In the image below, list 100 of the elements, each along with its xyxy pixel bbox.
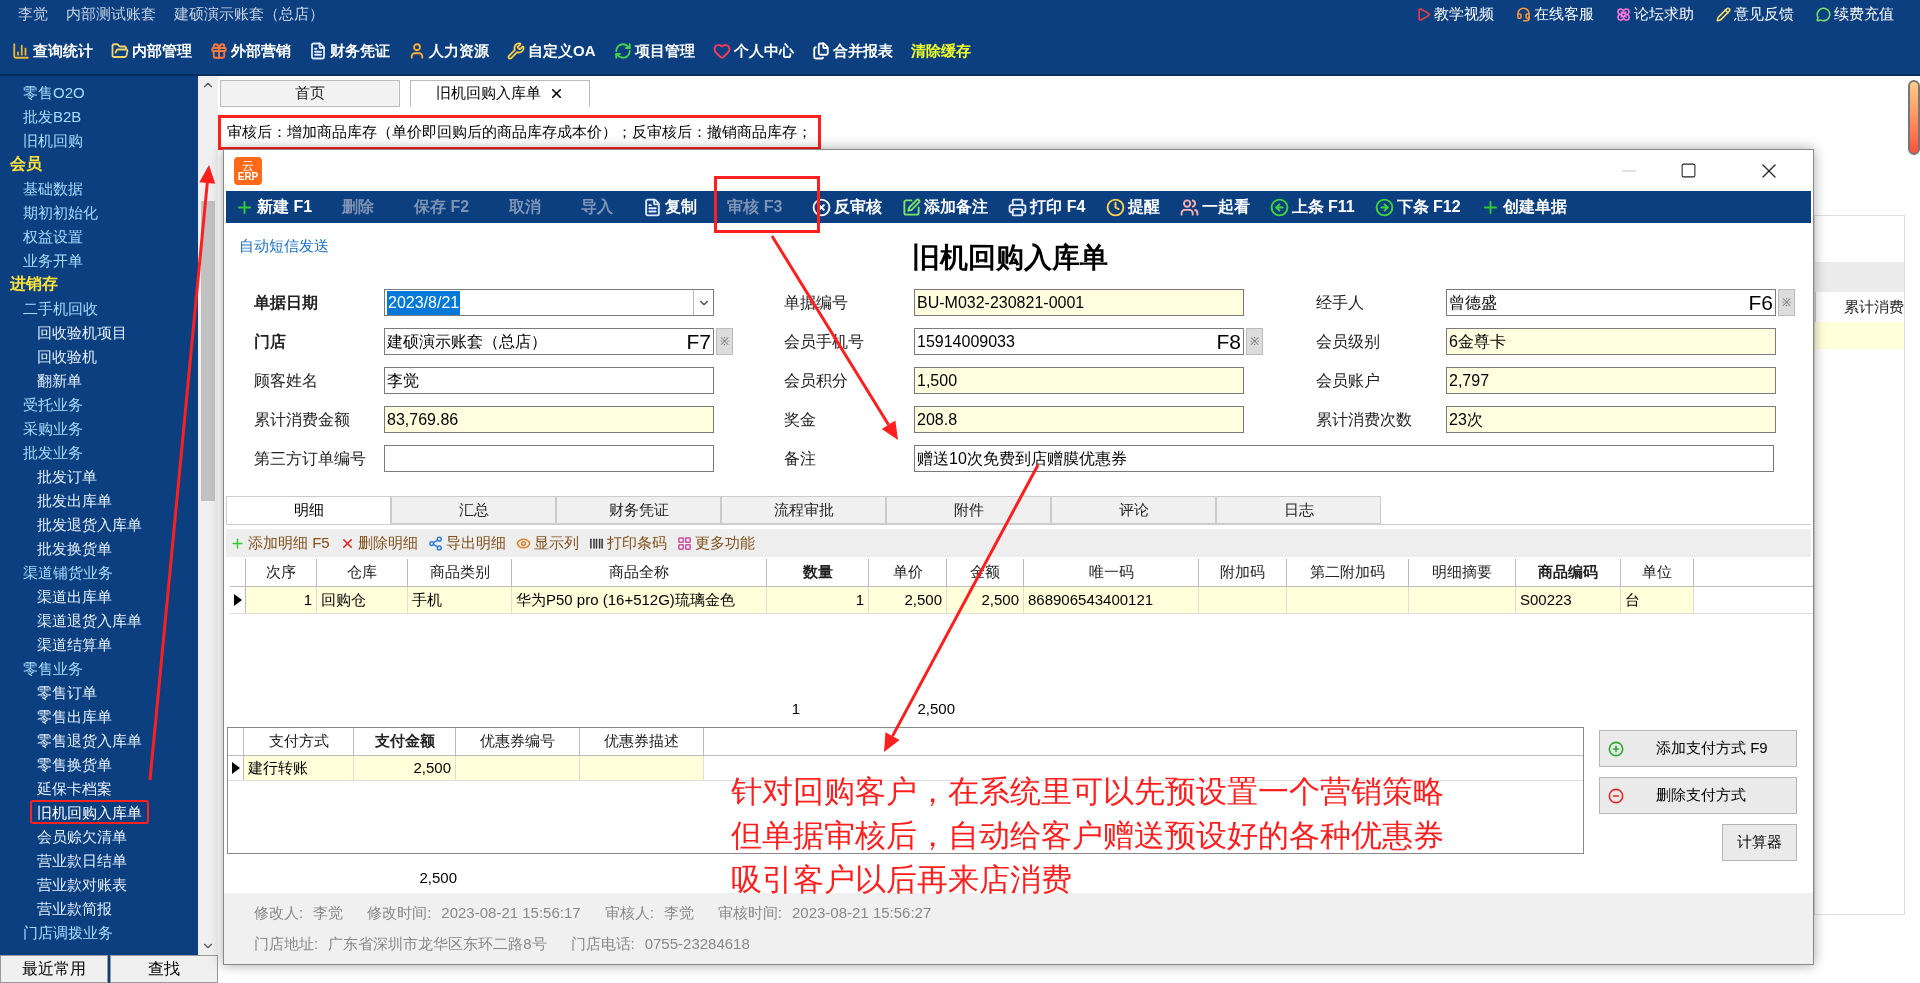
sms-link[interactable]: 自动短信发送 (239, 235, 329, 258)
tab[interactable]: 附件 (886, 496, 1051, 524)
sidebar-item[interactable]: 渠道出库单 (30, 584, 119, 608)
tab[interactable]: 评论 (1051, 496, 1216, 524)
column-header[interactable]: 明细摘要 (1409, 559, 1516, 586)
input-field[interactable]: 赠送10次免费到店赠膜优惠券 (914, 445, 1774, 472)
sidebar-item[interactable]: 延保卡档案 (30, 776, 119, 800)
scrollbar[interactable] (1908, 80, 1920, 155)
maximize-icon[interactable] (1680, 162, 1697, 179)
column-header[interactable]: 商品全称 (512, 559, 767, 586)
column-header[interactable]: 优惠券编号 (456, 728, 580, 755)
sidebar-item[interactable]: 营业款简报 (30, 896, 119, 920)
input-field[interactable]: 15914009033 F8 (914, 328, 1244, 355)
tab[interactable]: 明细 (226, 496, 391, 524)
header-link[interactable]: 在线客服 (1516, 2, 1594, 26)
input-field[interactable]: 208.8 (914, 406, 1244, 433)
sidebar-button[interactable]: 查找 (110, 955, 218, 983)
sidebar-item[interactable]: 渠道铺货业务 (16, 560, 120, 584)
sidebar-item[interactable]: 批发出库单 (30, 488, 119, 512)
sidebar-item[interactable]: 零售出库单 (30, 704, 119, 728)
sidebar-section[interactable]: 进销存 (0, 272, 198, 296)
menu-item[interactable]: 内部管理 (111, 39, 192, 63)
scrollbar[interactable] (198, 76, 218, 955)
sidebar-item[interactable]: 旧机回购 (16, 128, 90, 152)
sidebar-item[interactable]: 零售业务 (16, 656, 90, 680)
toolbar-button[interactable]: 添加明细 F5 (230, 531, 330, 555)
toolbar-button[interactable]: 上条 F11 (1266, 195, 1358, 219)
tab[interactable]: 汇总 (391, 496, 556, 524)
menu-item[interactable]: 合并报表 (811, 39, 893, 63)
sidebar-item[interactable]: 渠道退货入库单 (30, 608, 149, 632)
menu-item[interactable]: 清除缓存 (910, 39, 971, 63)
toolbar-button[interactable]: 提醒 (1102, 195, 1163, 219)
picker-button[interactable]: ※ (1246, 328, 1263, 355)
toolbar-button[interactable]: 复制 (640, 195, 701, 219)
sidebar-section[interactable]: 会员 (0, 152, 198, 176)
scroll-thumb[interactable] (201, 200, 215, 501)
sidebar-item[interactable]: 门店调拨业务 (16, 920, 120, 944)
sidebar-item[interactable]: 期初初始化 (16, 200, 105, 224)
payment-button[interactable]: 添加支付方式 F9 (1599, 730, 1797, 767)
sidebar-item[interactable]: 回收验机项目 (30, 320, 134, 344)
toolbar-button[interactable]: 新建 F1 (232, 195, 316, 219)
picker-button[interactable]: ※ (1778, 289, 1795, 316)
column-header[interactable]: 数量 (767, 559, 869, 586)
sidebar-item[interactable]: 批发换货单 (30, 536, 119, 560)
tab[interactable]: 旧机回购入库单 (410, 80, 590, 107)
sidebar-item[interactable]: 渠道结算单 (30, 632, 119, 656)
input-field[interactable]: 李觉 (384, 367, 714, 394)
sidebar-item[interactable]: 二手机回收 (16, 296, 105, 320)
sidebar-item[interactable]: 零售O2O (16, 80, 92, 104)
input-field[interactable] (384, 445, 714, 472)
column-header[interactable]: 商品编码 (1516, 559, 1621, 586)
toolbar-button[interactable]: 导出明细 (427, 531, 506, 555)
header-link[interactable]: 论坛求助 (1616, 2, 1694, 26)
picker-button[interactable]: ※ (716, 328, 733, 355)
sidebar-item[interactable]: 采购业务 (16, 416, 90, 440)
sidebar-item[interactable]: 营业款对账表 (30, 872, 134, 896)
toolbar-button[interactable]: 删除明细 (339, 531, 418, 555)
date-picker[interactable]: 2023/8/21 (384, 289, 714, 316)
tab[interactable]: 流程审批 (721, 496, 886, 524)
close-icon[interactable] (549, 86, 564, 101)
toolbar-button[interactable]: 显示列 (515, 531, 579, 555)
menu-item[interactable]: 个人中心 (712, 39, 794, 63)
menu-item[interactable]: 项目管理 (613, 39, 695, 63)
sidebar-item[interactable]: 翻新单 (30, 368, 89, 392)
header-link[interactable]: 教学视频 (1416, 2, 1494, 26)
toolbar-button[interactable]: 打印条码 (588, 531, 667, 555)
input-field[interactable]: 6金尊卡 (1446, 328, 1776, 355)
column-header[interactable]: 单位 (1621, 559, 1694, 586)
column-header[interactable]: 支付方式 (244, 728, 354, 755)
toolbar-button[interactable]: 更多功能 (676, 531, 755, 555)
column-header[interactable]: 仓库 (317, 559, 408, 586)
sidebar-item[interactable]: 营业款日结单 (30, 848, 134, 872)
input-field[interactable]: BU-M032-230821-0001 (914, 289, 1244, 316)
sidebar-button[interactable]: 最近常用 (0, 955, 108, 983)
header-link[interactable]: 意见反馈 (1716, 2, 1794, 26)
column-header[interactable]: 唯一码 (1024, 559, 1199, 586)
column-header[interactable]: 优惠券描述 (580, 728, 704, 755)
toolbar-button[interactable]: 创建单据 (1477, 195, 1570, 219)
toolbar-button[interactable]: 一起看 (1176, 195, 1253, 219)
input-field[interactable]: 2,797 (1446, 367, 1776, 394)
menu-item[interactable]: 自定义OA (507, 39, 596, 63)
header-link[interactable]: 续费充值 (1816, 2, 1894, 26)
sidebar-item[interactable]: 零售订单 (30, 680, 104, 704)
sidebar-item[interactable]: 零售换货单 (30, 752, 119, 776)
column-header[interactable]: 次序 (246, 559, 317, 586)
toolbar-button[interactable]: 下条 F12 (1371, 195, 1464, 219)
menu-item[interactable]: 查询统计 (12, 39, 93, 63)
tab[interactable]: 财务凭证 (556, 496, 721, 524)
sidebar-item[interactable]: 旧机回购入库单 (30, 800, 149, 824)
sidebar-item[interactable]: 批发B2B (16, 104, 89, 128)
sidebar-item[interactable]: 会员赊欠清单 (30, 824, 134, 848)
toolbar-button[interactable]: 打印 F4 (1005, 195, 1089, 219)
sidebar-item[interactable]: 权益设置 (16, 224, 90, 248)
column-header[interactable]: 附加码 (1199, 559, 1287, 586)
payment-button[interactable]: 删除支付方式 (1599, 777, 1797, 814)
sidebar-item[interactable]: 批发退货入库单 (30, 512, 149, 536)
input-field[interactable]: 曾德盛 F6 (1446, 289, 1776, 316)
tab[interactable]: 首页 (220, 80, 400, 107)
sidebar-item[interactable]: 受托业务 (16, 392, 90, 416)
sidebar-item[interactable]: 回收验机 (30, 344, 104, 368)
